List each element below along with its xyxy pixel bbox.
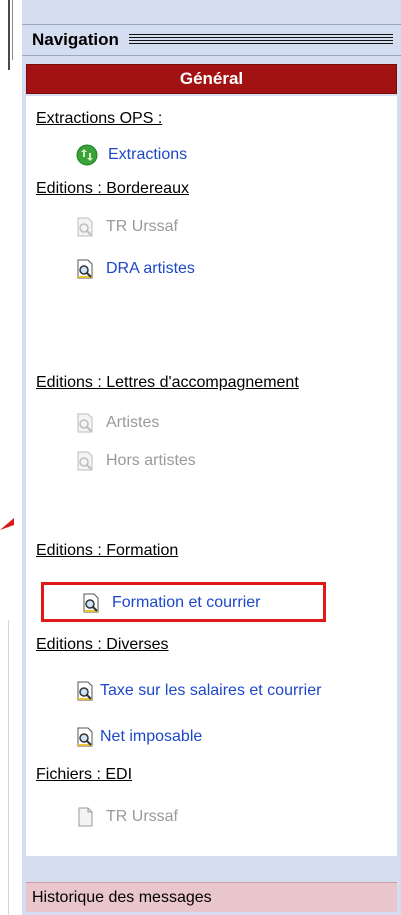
magnifier-document-icon bbox=[74, 680, 96, 702]
magnifier-document-icon bbox=[74, 258, 96, 280]
nav-item-net-imposable[interactable]: Net imposable bbox=[74, 726, 401, 748]
navigation-title: Navigation bbox=[32, 30, 119, 49]
group-header-edi: Fichiers : EDI bbox=[36, 766, 133, 783]
section-historique-label: Historique des messages bbox=[32, 888, 212, 906]
group-header-diverses: Editions : Diverses bbox=[36, 636, 169, 653]
nav-item-taxe-salaires[interactable]: Taxe sur les salaires et courrier bbox=[74, 680, 401, 702]
nav-item-label: Artistes bbox=[106, 414, 160, 431]
nav-item-label: TR Urssaf bbox=[106, 218, 178, 235]
magnifier-document-icon bbox=[74, 450, 96, 472]
window-edge-line bbox=[12, 0, 13, 60]
nav-item-label: Taxe sur les salaires et courrier bbox=[100, 682, 322, 699]
section-historique[interactable]: Historique des messages bbox=[26, 882, 397, 912]
window-edge-line bbox=[8, 0, 10, 70]
nav-item-artistes[interactable]: Artistes bbox=[74, 412, 401, 434]
green-refresh-icon bbox=[76, 144, 98, 166]
annotation-arrow-icon bbox=[0, 518, 14, 530]
document-icon bbox=[74, 806, 96, 828]
magnifier-document-icon bbox=[74, 726, 96, 748]
navigation-header[interactable]: Navigation bbox=[22, 24, 401, 56]
nav-item-extractions[interactable]: Extractions bbox=[76, 144, 401, 166]
group-header-lettres: Editions : Lettres d'accompagnement bbox=[36, 374, 299, 391]
section-general-label: Général bbox=[179, 69, 244, 88]
nav-item-dra-artistes[interactable]: DRA artistes bbox=[74, 258, 401, 280]
group-header-extractions-ops: Extractions OPS : bbox=[36, 110, 163, 127]
nav-item-label: Net imposable bbox=[100, 728, 203, 745]
nav-item-label: TR Urssaf bbox=[106, 808, 178, 825]
nav-item-edi-tr-urssaf[interactable]: TR Urssaf bbox=[74, 806, 401, 828]
magnifier-document-icon bbox=[74, 216, 96, 238]
annotation-highlight-box bbox=[41, 582, 326, 622]
nav-item-label: Hors artistes bbox=[106, 452, 196, 469]
window-edge-line bbox=[8, 620, 9, 915]
group-header-formation: Editions : Formation bbox=[36, 542, 179, 559]
nav-item-label: DRA artistes bbox=[106, 260, 195, 277]
navigation-panel: Navigation Général Extractions OPS : Ext… bbox=[22, 0, 401, 915]
nav-item-label: Extractions bbox=[108, 146, 188, 163]
nav-item-tr-urssaf[interactable]: TR Urssaf bbox=[74, 216, 401, 238]
group-header-bordereaux: Editions : Bordereaux bbox=[36, 180, 189, 197]
navigation-content: Extractions OPS : Extractions Editions :… bbox=[26, 96, 397, 856]
drag-grip-icon[interactable] bbox=[128, 34, 393, 46]
section-general[interactable]: Général bbox=[26, 64, 397, 94]
magnifier-document-icon bbox=[74, 412, 96, 434]
nav-item-hors-artistes[interactable]: Hors artistes bbox=[74, 450, 401, 472]
